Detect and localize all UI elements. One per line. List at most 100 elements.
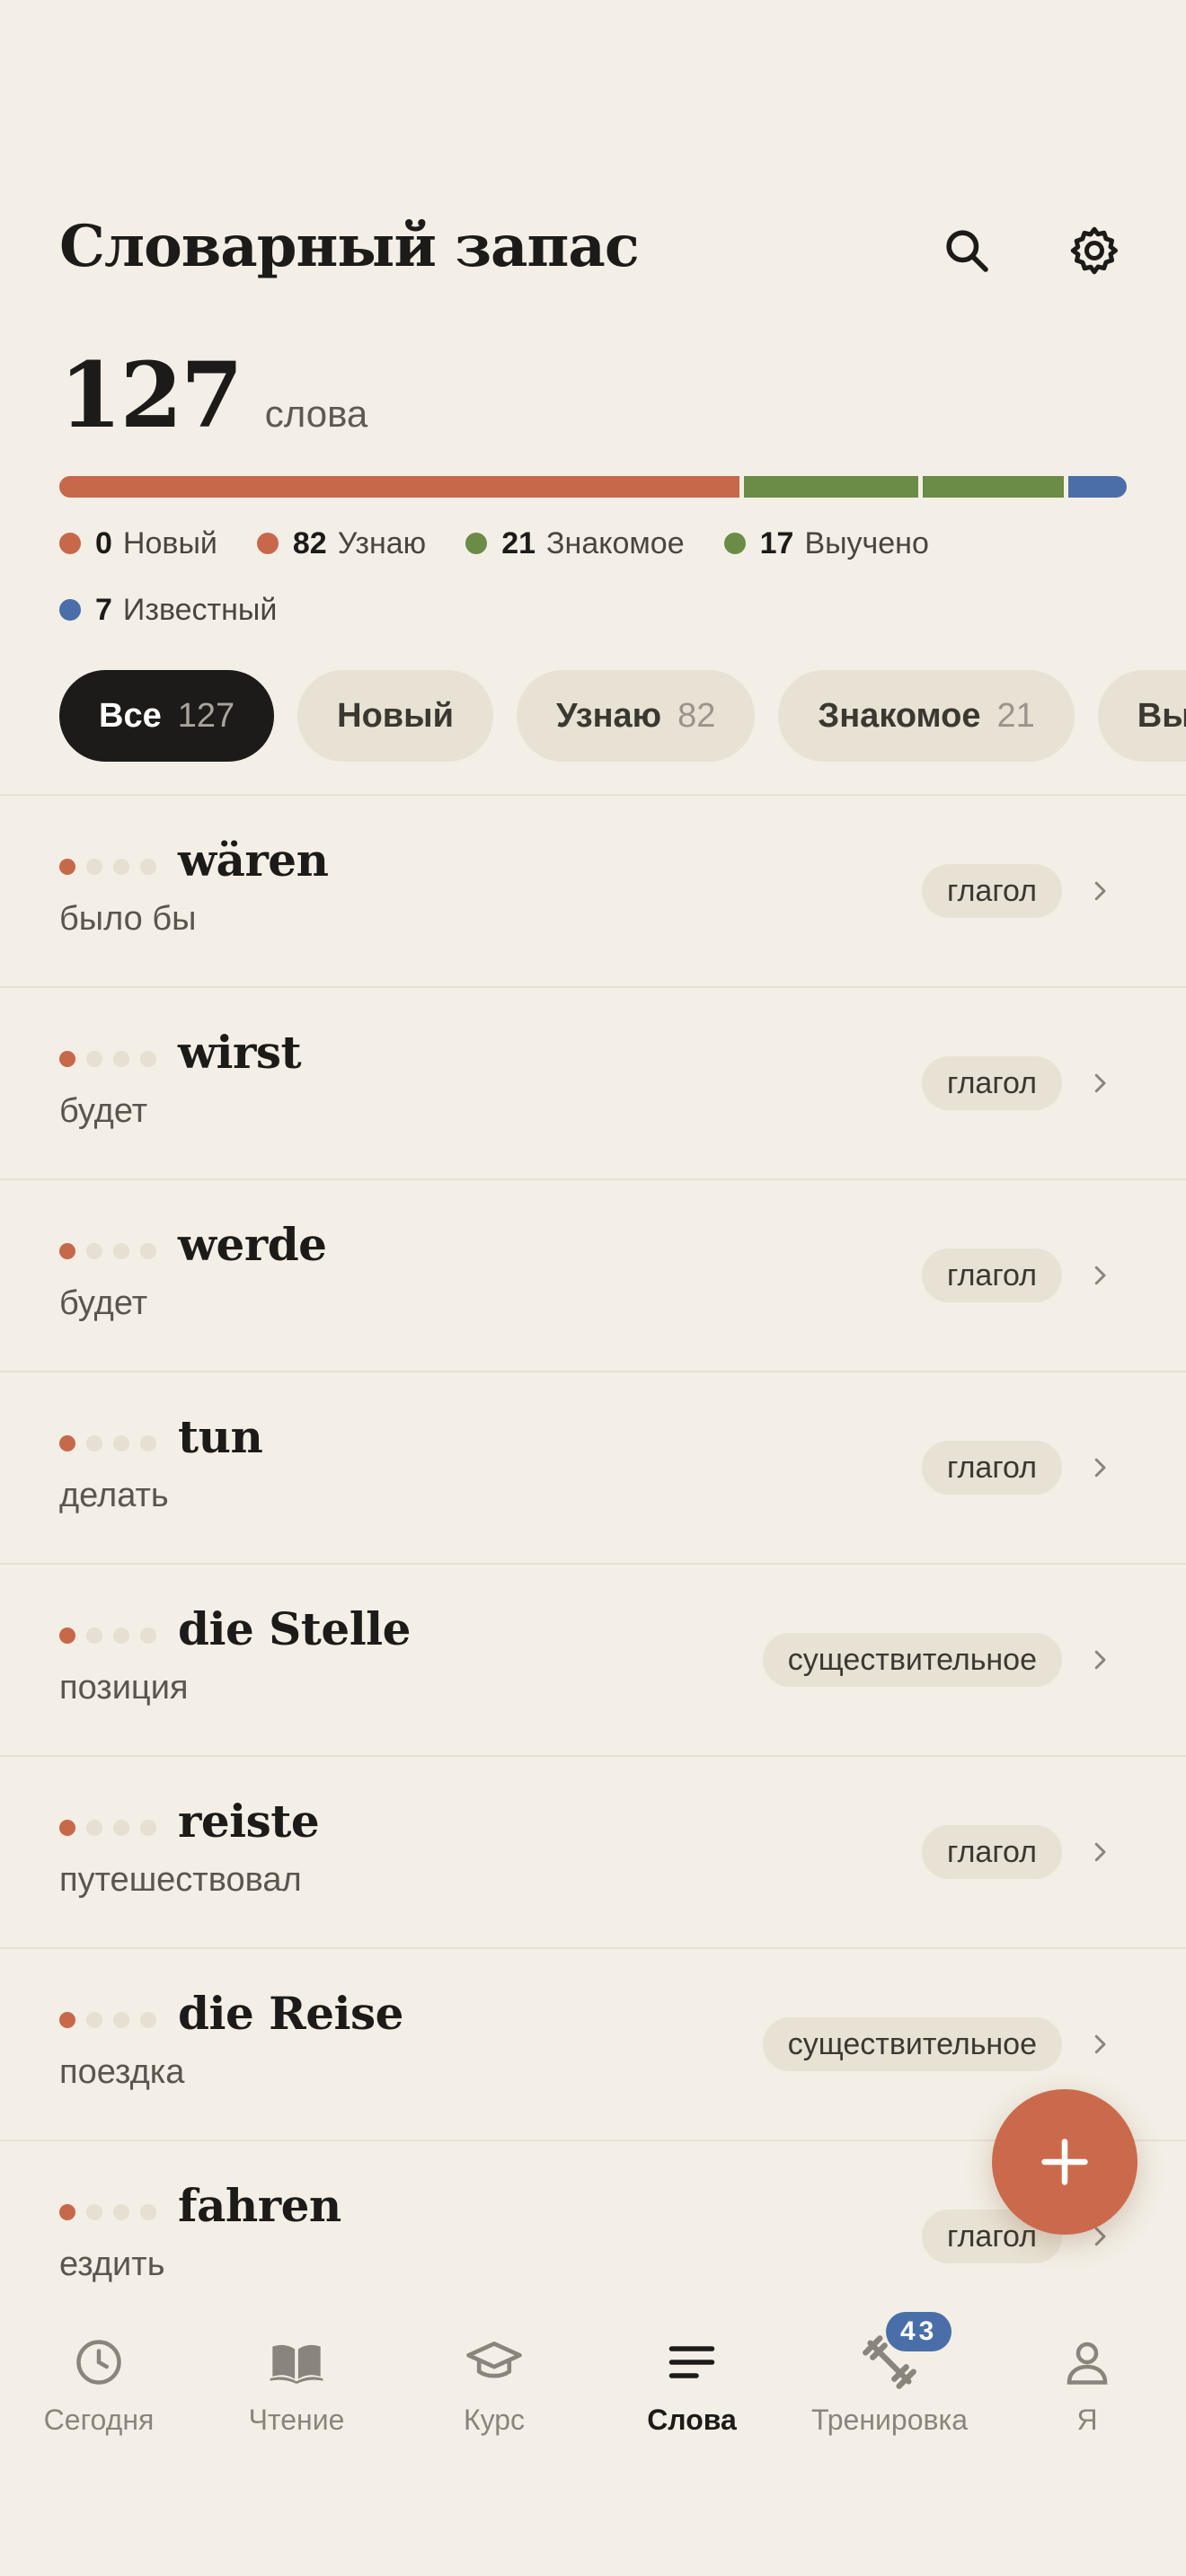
level-dot [59,2012,75,2028]
search-button[interactable] [929,213,1005,288]
person-icon [1058,2333,1116,2391]
header: Словарный запас [59,202,1127,301]
part-of-speech-badge: существительное [762,2017,1062,2071]
part-of-speech-badge: существительное [762,1633,1062,1687]
word-translation: делать [59,1477,169,1514]
word-text: reiste [178,1795,320,1848]
chevron-right-icon [1084,1451,1116,1484]
word-row[interactable]: werde будет глагол [0,1178,1186,1371]
level-indicator [59,1051,156,1067]
status-dot-icon [256,533,279,554]
level-dot [59,1243,75,1259]
legend-count: 0 [95,525,112,560]
dumbbell-icon: 43 [861,2312,952,2391]
level-dot [86,1628,102,1644]
level-dot [140,1051,156,1067]
word-translation: будет [59,1092,148,1130]
legend-label: Узнаю [337,525,427,560]
notification-badge: 43 [886,2312,952,2351]
filter-chip[interactable]: Узнаю 82 [516,670,756,762]
word-row[interactable]: die Reise поездка существительное [0,1947,1186,2139]
level-dot [140,2204,156,2220]
level-dot [86,1435,102,1451]
word-text: die Stelle [178,1602,412,1655]
level-dot [113,1435,129,1451]
level-dot [59,1051,75,1067]
legend-label: Знакомое [546,525,685,560]
chevron-right-icon [1084,1836,1116,1868]
tab-label: Чтение [248,2404,345,2436]
add-word-button[interactable] [992,2089,1137,2235]
level-indicator [59,1820,156,1836]
word-count: 127 слова [59,350,367,449]
progress-segment [923,476,1065,498]
legend-item: 7 Известный [59,592,277,628]
legend-item: 17 Выучено [723,525,929,561]
graduation-cap-icon [465,2333,523,2391]
part-of-speech-badge: глагол [921,1441,1062,1495]
part-of-speech-badge: глагол [921,1825,1062,1879]
word-row[interactable]: tun делать глагол [0,1371,1186,1563]
filter-chip[interactable]: Новый [297,670,493,762]
level-dot [59,859,75,875]
level-dot [86,859,102,875]
status-dot-icon [59,599,81,621]
legend-count: 82 [292,525,327,560]
chevron-right-icon [1084,1644,1116,1676]
word-translation: путешествовал [59,1861,302,1899]
word-translation: поездка [59,2053,185,2091]
level-indicator [59,2012,156,2028]
level-dot [113,1820,129,1836]
filter-chip-label: Вы [1137,696,1186,735]
level-dot [113,2204,129,2220]
level-indicator [59,859,156,875]
level-dot [59,1820,75,1836]
word-count-unit: слова [264,393,368,435]
level-dot [140,1435,156,1451]
chevron-right-icon [1084,1067,1116,1099]
word-row[interactable]: wären было бы глагол [0,794,1186,986]
part-of-speech-badge: глагол [921,1248,1062,1302]
word-text: die Reise [178,1987,404,2040]
legend-count: 21 [501,525,536,560]
word-row[interactable]: die Stelle позиция существительное [0,1563,1186,1755]
filter-chip[interactable]: Вы [1097,670,1186,762]
filter-chip-label: Новый [337,696,454,735]
clock-icon [70,2333,128,2391]
book-icon [268,2333,325,2391]
tab-book[interactable]: Чтение [198,2333,395,2459]
word-row[interactable]: wirst будет глагол [0,986,1186,1178]
filter-chip[interactable]: Все 127 [59,670,275,762]
level-dot [59,1628,75,1644]
filter-chip-label: Все [99,696,162,735]
progress-segment [1068,476,1127,498]
word-list: wären было бы глагол wirst будет глагол werde б… [0,794,1186,2332]
legend-item: 21 Знакомое [465,525,685,561]
filter-chip-label: Знакомое [818,696,981,735]
level-dot [113,2012,129,2028]
gear-icon [1070,226,1118,275]
filter-chip[interactable]: Знакомое 21 [778,670,1075,762]
level-dot [59,2204,75,2220]
word-row[interactable]: reiste путешествовал глагол [0,1755,1186,1947]
word-translation: будет [59,1284,148,1322]
tab-label: Сегодня [43,2404,155,2436]
legend-count: 17 [759,525,794,560]
settings-button[interactable] [1057,213,1132,288]
level-dot [86,1243,102,1259]
tab-lines[interactable]: Слова [593,2333,791,2459]
level-dot [140,859,156,875]
part-of-speech-badge: глагол [921,864,1062,918]
word-translation: позиция [59,1669,189,1707]
tab-bar: Сегодня Чтение Курс Слова 43 Тренировка Я [0,2310,1186,2576]
legend-item: 82 Узнаю [256,525,427,561]
level-dot [140,1820,156,1836]
tab-clock[interactable]: Сегодня [0,2333,198,2459]
level-dot [86,2012,102,2028]
tab-dumbbell[interactable]: 43 Тренировка [791,2312,988,2459]
word-count-number: 127 [59,342,243,448]
tab-person[interactable]: Я [988,2333,1186,2459]
tab-graduation-cap[interactable]: Курс [395,2333,593,2459]
progress-segment [744,476,919,498]
legend-label: Выучено [804,525,929,560]
